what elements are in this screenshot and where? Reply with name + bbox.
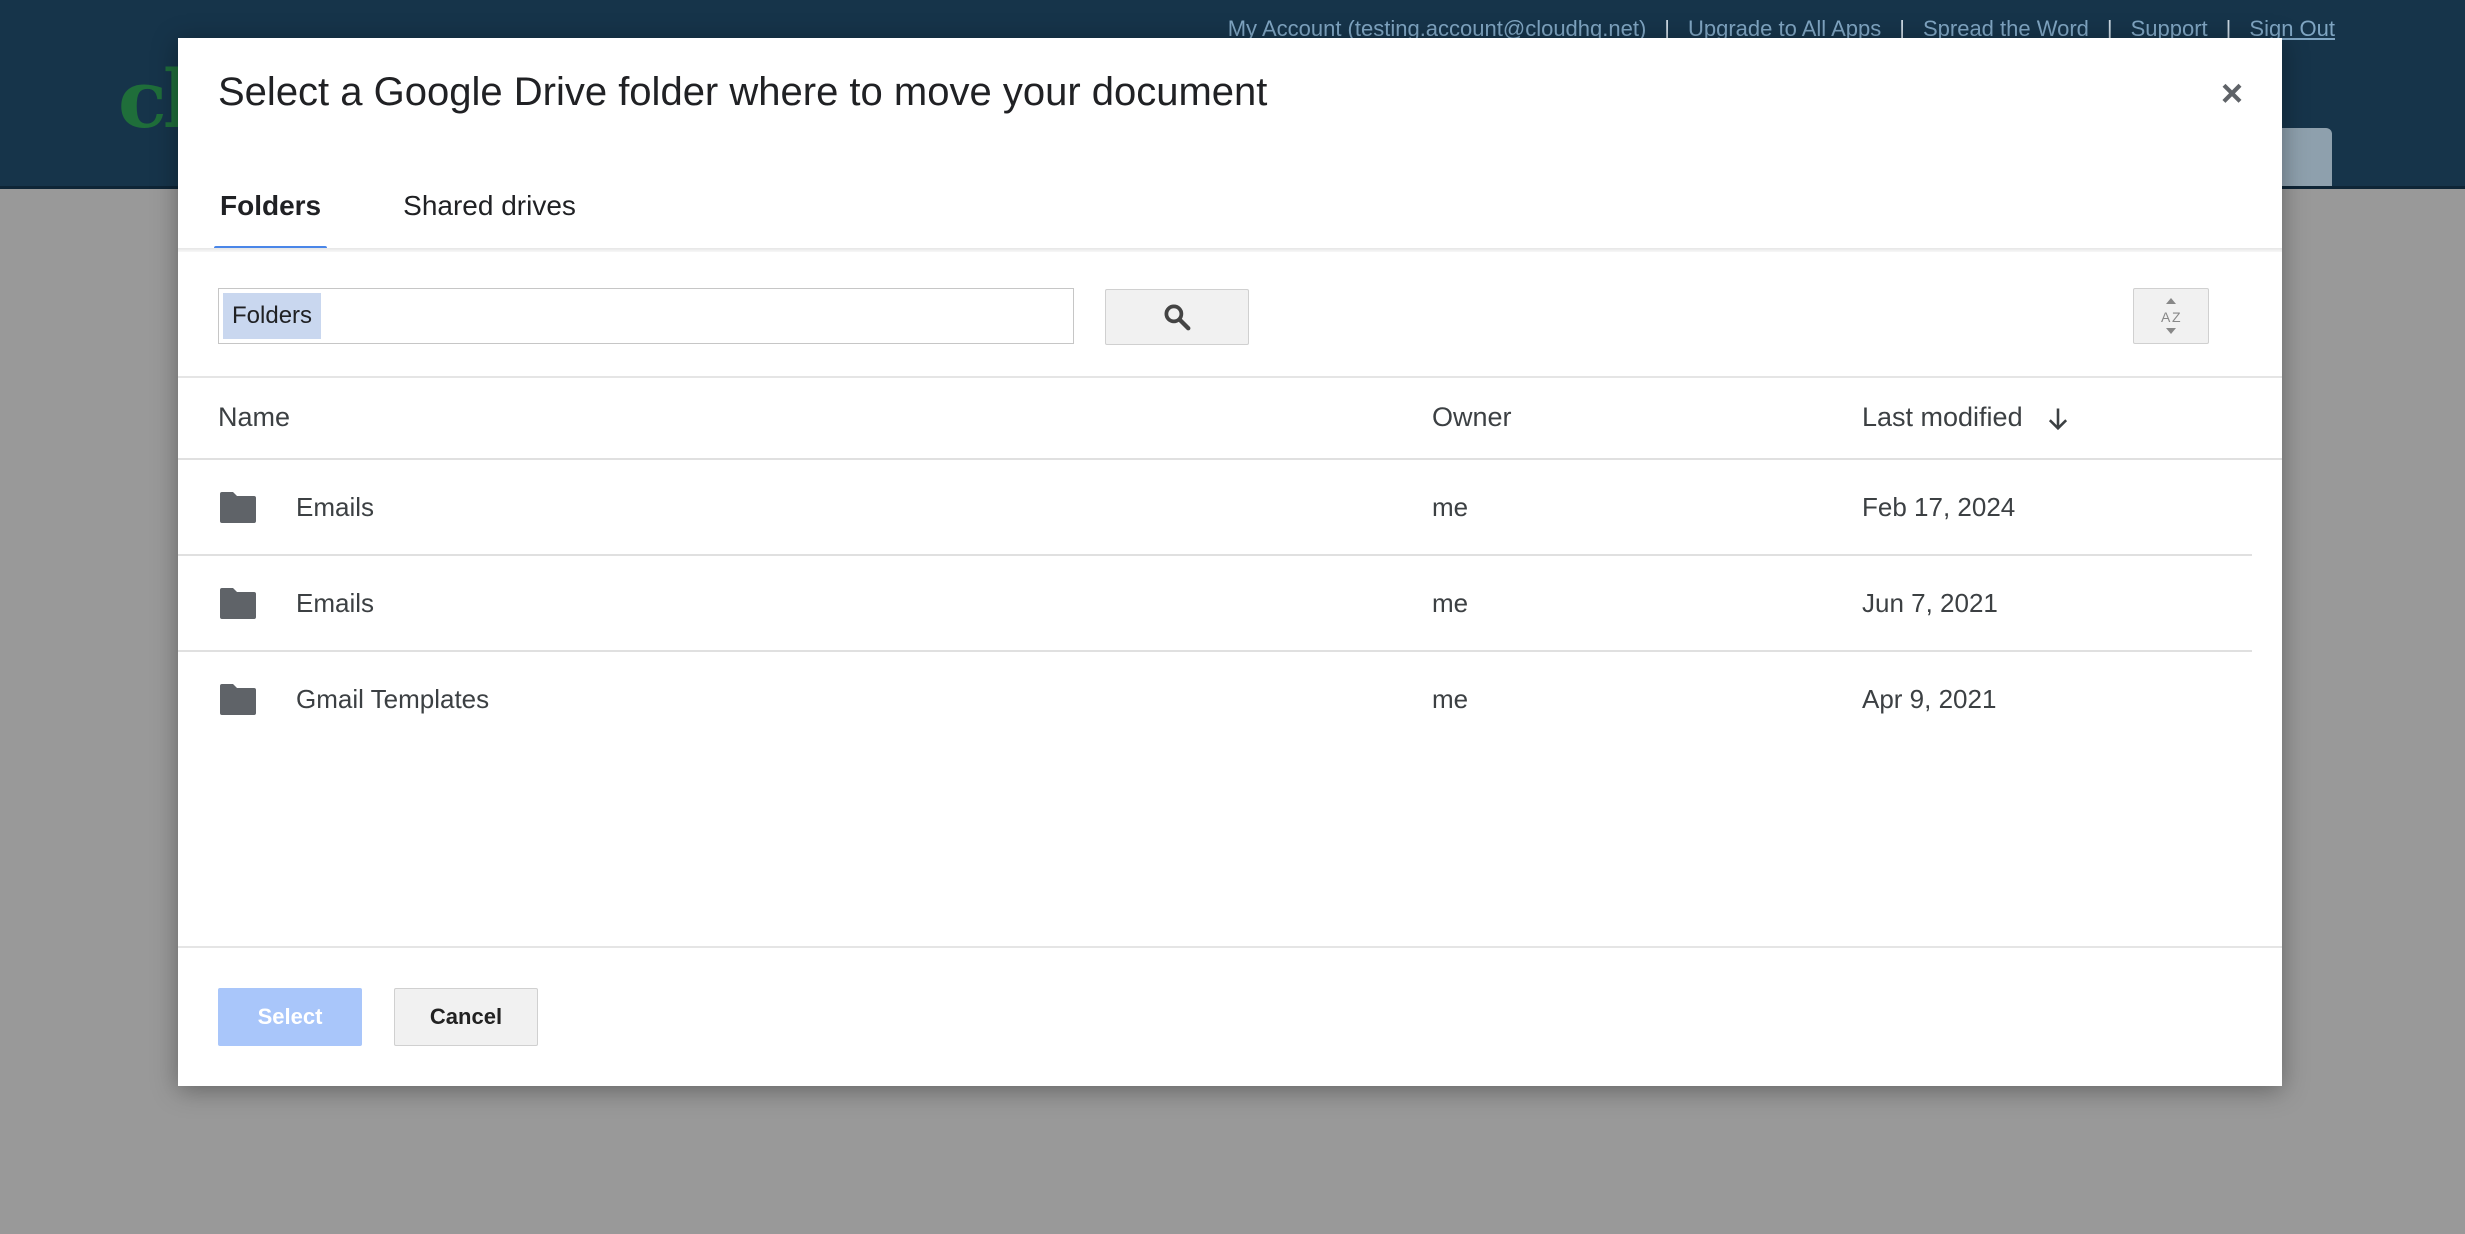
row-name: Emails — [296, 492, 375, 522]
row-owner: me — [1432, 588, 1469, 618]
tab-folders[interactable]: Folders — [214, 178, 328, 250]
table-row[interactable]: Gmail Templates me Apr 9, 2021 — [178, 652, 2252, 746]
search-input-value: Folders — [223, 293, 322, 339]
sort-az-icon: A Z — [2161, 298, 2181, 334]
svg-text:Z: Z — [2172, 309, 2181, 325]
arrow-down-icon — [2049, 408, 2068, 431]
row-last-modified: Jun 7, 2021 — [1862, 588, 1998, 618]
column-header-last-modified[interactable]: Last modified — [1862, 402, 2072, 434]
dialog-title: Select a Google Drive folder where to mo… — [218, 70, 1268, 114]
row-last-modified: Feb 17, 2024 — [1862, 492, 2016, 522]
folder-icon — [220, 492, 256, 523]
footer-divider — [178, 946, 2282, 948]
row-last-modified: Apr 9, 2021 — [1862, 684, 1997, 714]
table-row[interactable]: Emails me Feb 17, 2024 — [178, 460, 2252, 556]
folder-picker-dialog: Select a Google Drive folder where to mo… — [178, 38, 2282, 1086]
folder-icon — [220, 684, 256, 715]
folder-icon — [220, 588, 256, 619]
select-button[interactable]: Select — [218, 988, 362, 1046]
search-button[interactable] — [1105, 289, 1249, 345]
cancel-button[interactable]: Cancel — [394, 988, 538, 1046]
row-owner: me — [1432, 684, 1469, 714]
column-header-last-modified-label: Last modified — [1862, 402, 2023, 432]
column-header-owner[interactable]: Owner — [1432, 402, 1512, 433]
search-input[interactable]: Folders — [218, 288, 1074, 344]
row-owner: me — [1432, 492, 1469, 522]
sort-az-button[interactable]: A Z — [2133, 288, 2209, 344]
toolbar-divider — [178, 376, 2282, 378]
column-header-name[interactable]: Name — [218, 402, 290, 433]
table-row[interactable]: Emails me Jun 7, 2021 — [178, 556, 2252, 652]
row-name: Emails — [296, 588, 375, 618]
svg-text:A: A — [2161, 309, 2171, 325]
tabs-divider — [178, 248, 2282, 252]
row-name: Gmail Templates — [296, 684, 490, 714]
search-icon — [1164, 304, 1191, 331]
close-button[interactable]: × — [2212, 74, 2252, 114]
tab-shared-drives[interactable]: Shared drives — [397, 178, 582, 248]
tab-bar: Folders Shared drives — [214, 178, 652, 250]
